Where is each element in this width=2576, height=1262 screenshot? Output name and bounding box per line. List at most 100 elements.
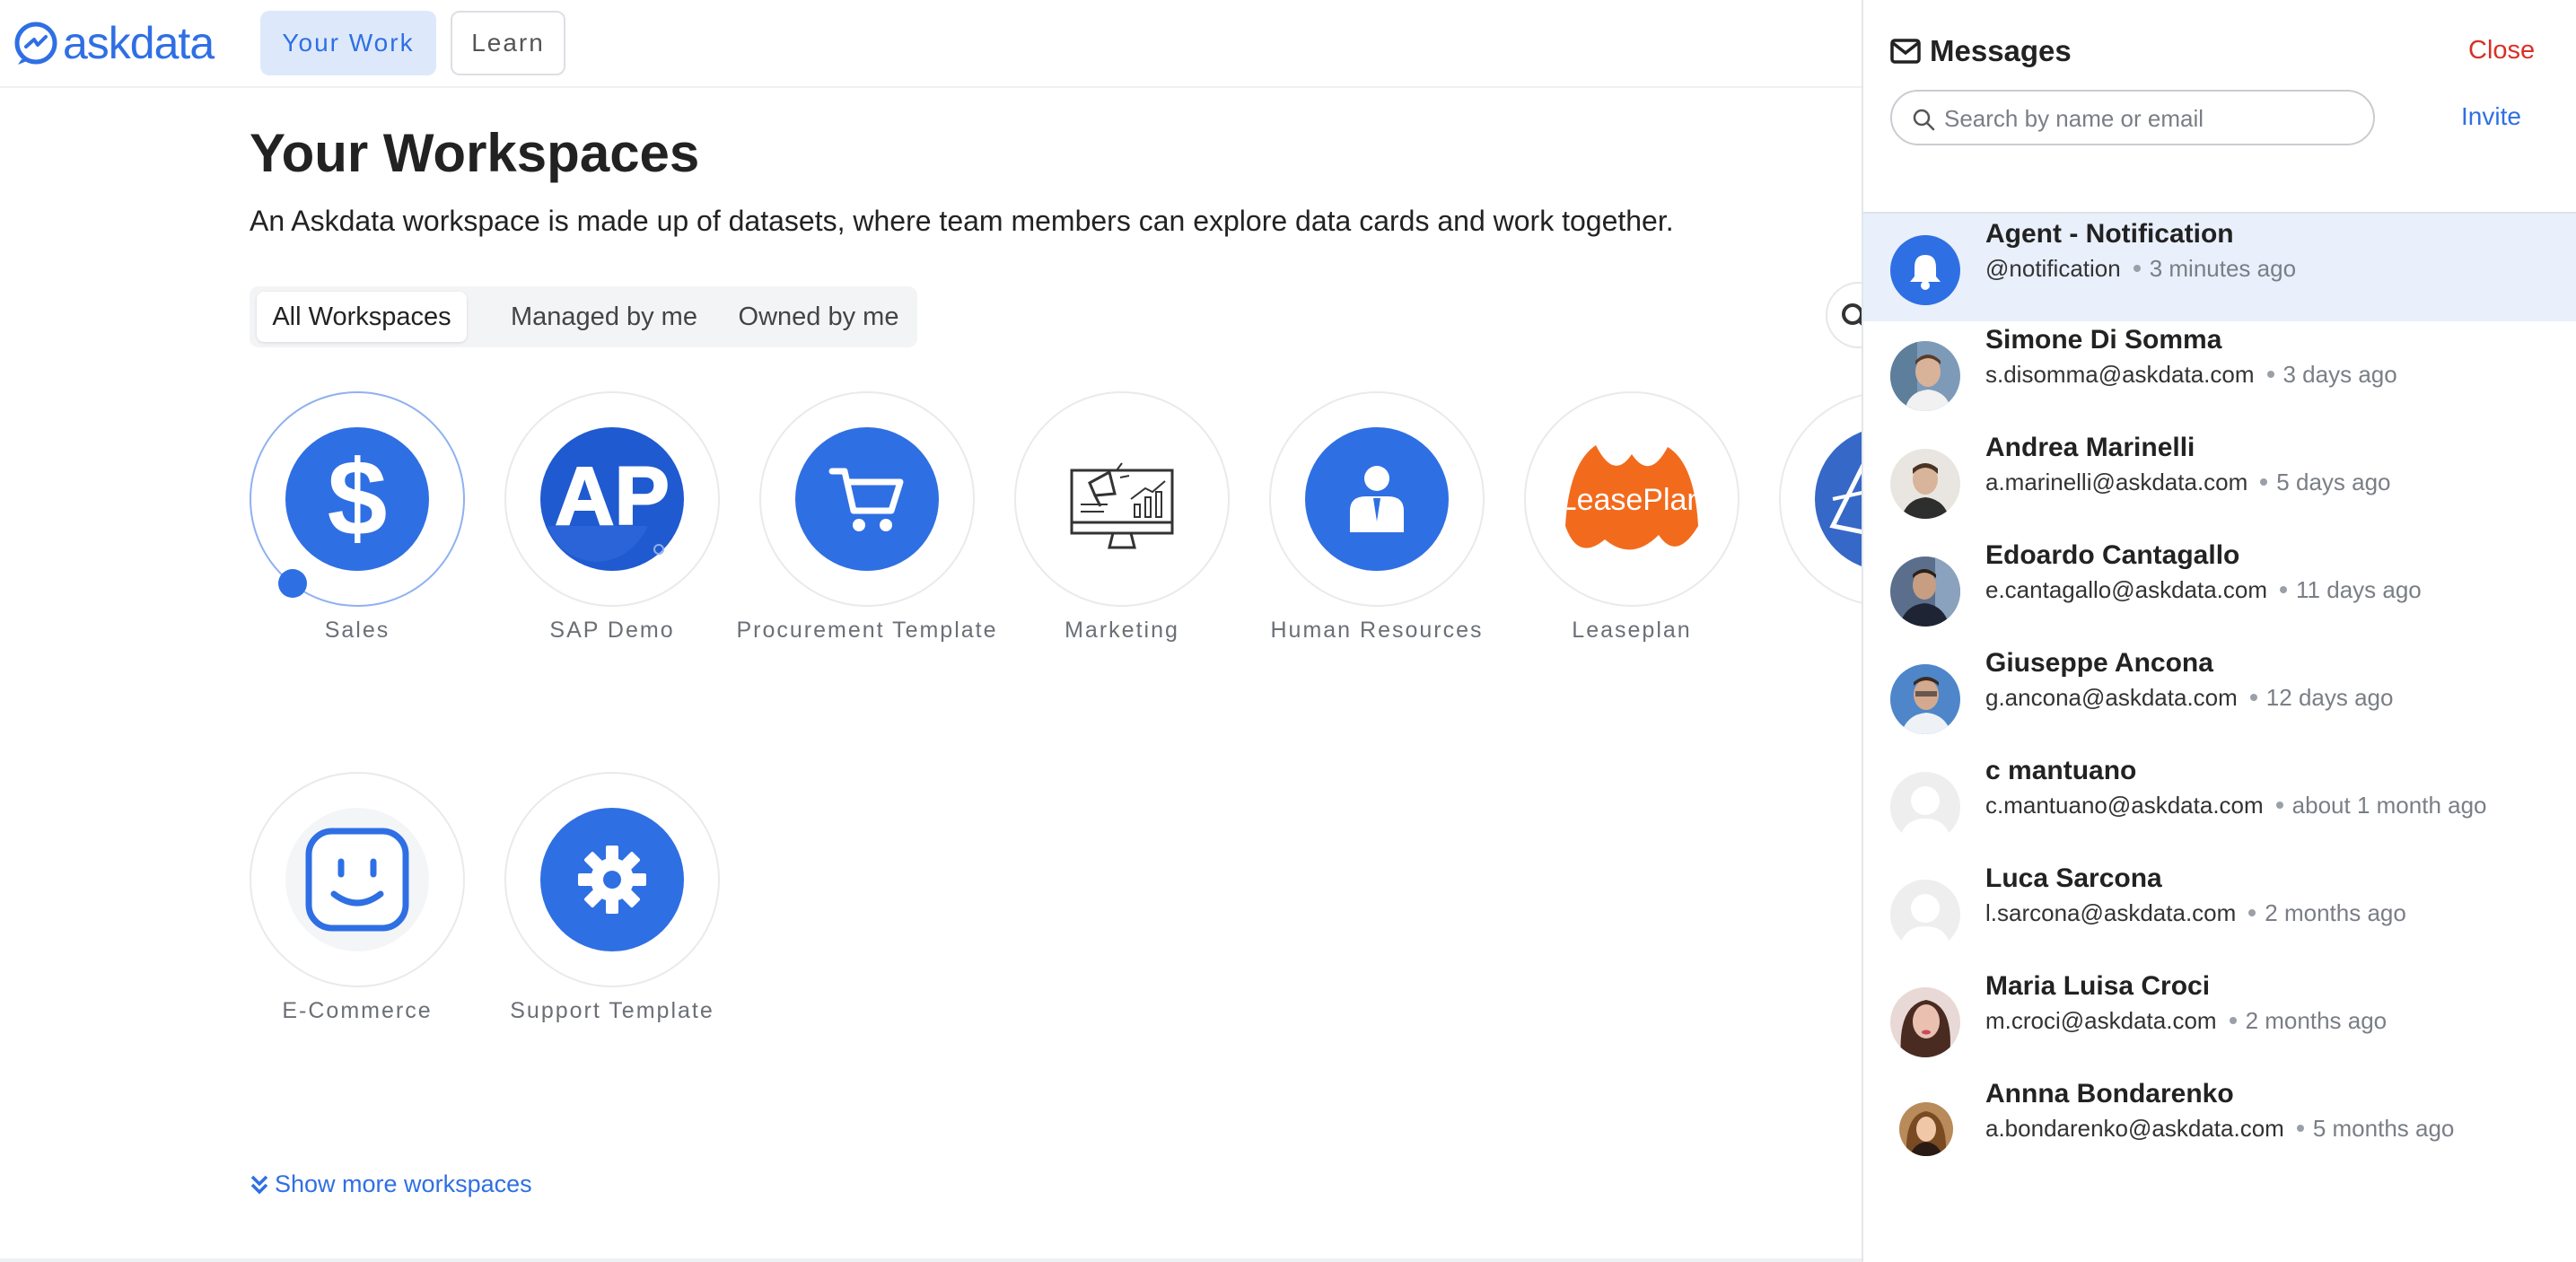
contact-time: 3 days ago (2282, 361, 2397, 388)
svg-text:LeasePlan: LeasePlan (1560, 483, 1704, 517)
contact-detail: e.cantagallo@askdata.com 11 days ago (1985, 576, 2422, 604)
contact-item[interactable]: Giuseppe Ancona g.ancona@askdata.com 12 d… (1863, 644, 2576, 752)
contact-detail: c.mantuano@askdata.com about 1 month ago (1985, 792, 2487, 819)
contact-time: 2 months ago (2245, 1007, 2388, 1034)
double-chevron-down-icon (250, 1175, 268, 1194)
dot (2229, 1017, 2237, 1025)
contact-detail: a.marinelli@askdata.com 5 days ago (1985, 469, 2391, 496)
dot (2260, 478, 2268, 486)
contact-item[interactable]: Luca Sarcona l.sarcona@askdata.com 2 mont… (1863, 860, 2576, 968)
workspace-label: E-Commerce (282, 998, 433, 1023)
workspace-circle[interactable]: $ (250, 391, 465, 607)
workspace-partial[interactable] (1779, 391, 1862, 607)
contact-handle: s.disomma@askdata.com (1985, 361, 2255, 388)
bell-icon (1890, 235, 1960, 305)
dot (2275, 802, 2283, 810)
filter-owned-by-me[interactable]: Owned by me (722, 292, 916, 342)
avatar (1890, 664, 1960, 734)
avatar (1890, 557, 1960, 627)
nav-learn-button[interactable]: Learn (451, 11, 565, 75)
leaseplan-logo: LeasePlan (1560, 427, 1704, 571)
avatar (1890, 341, 1960, 411)
dot (2248, 909, 2256, 917)
gear-icon (540, 808, 684, 951)
workspace-filter-tabs: All Workspaces Managed by me Owned by me (250, 286, 917, 347)
contact-detail: l.sarcona@askdata.com 2 months ago (1985, 899, 2406, 927)
page-subtitle: An Askdata workspace is made up of datas… (250, 205, 1674, 237)
contact-item[interactable]: Edoardo Cantagallo e.cantagallo@askdata.… (1863, 537, 2576, 644)
contact-name: Simone Di Somma (1985, 325, 2222, 355)
show-more-label: Show more workspaces (275, 1170, 532, 1197)
workspace-circle[interactable] (1014, 391, 1230, 607)
invite-button[interactable]: Invite (2461, 102, 2521, 131)
contact-time: 5 months ago (2312, 1115, 2455, 1142)
person-icon (1305, 427, 1449, 571)
messages-header: Messages (1890, 34, 2072, 68)
app-name: askdata (63, 18, 215, 68)
divider (0, 1258, 1862, 1262)
contact-handle: m.croci@askdata.com (1985, 1007, 2217, 1034)
avatar (1890, 987, 1960, 1057)
contact-detail: g.ancona@askdata.com 12 days ago (1985, 684, 2393, 712)
workspace-label: Human Resources (1270, 618, 1484, 643)
svg-text:$: $ (328, 445, 388, 553)
contact-handle: c.mantuano@askdata.com (1985, 792, 2264, 819)
contact-name: Annna Bondarenko (1985, 1079, 2234, 1109)
contact-item[interactable]: Agent - Notification @notification 3 minu… (1863, 214, 2576, 321)
contact-search-input[interactable] (1944, 99, 2357, 138)
avatar (1890, 449, 1960, 519)
contact-handle: e.cantagallo@askdata.com (1985, 576, 2268, 603)
askdata-logo-icon (14, 22, 57, 65)
askdata-logo[interactable]: askdata (13, 16, 215, 70)
show-more-workspaces-link[interactable]: Show more workspaces (250, 1170, 532, 1198)
contact-name: Maria Luisa Croci (1985, 971, 2211, 1001)
page-title: Your Workspaces (250, 123, 700, 183)
svg-text:AP: AP (555, 451, 670, 542)
contact-detail: m.croci@askdata.com 2 months ago (1985, 1007, 2387, 1035)
dollar-icon: $ (285, 427, 429, 571)
dot (2249, 694, 2257, 702)
workspace-circle[interactable] (250, 772, 465, 987)
contact-detail: @notification 3 minutes ago (1985, 255, 2296, 283)
filter-managed-by-me[interactable]: Managed by me (490, 292, 718, 342)
avatar (1899, 1102, 1953, 1156)
default-avatar-icon (1890, 772, 1960, 842)
workspace-circle[interactable]: AP (504, 391, 720, 607)
megaphone-monitor-icon (1050, 427, 1194, 571)
default-avatar-icon (1890, 880, 1960, 950)
messages-panel: Messages Close Invite Agent - Notificati… (1862, 0, 2576, 1262)
contact-name: Giuseppe Ancona (1985, 648, 2213, 678)
contact-handle: l.sarcona@askdata.com (1985, 899, 2237, 926)
workspace-circle[interactable]: LeasePlan (1524, 391, 1739, 607)
close-button[interactable]: Close (2468, 36, 2535, 66)
contact-time: 5 days ago (2276, 469, 2391, 495)
workspace-circle[interactable] (1269, 391, 1485, 607)
sap-logo: AP (540, 427, 684, 571)
contact-name: Andrea Marinelli (1985, 433, 2195, 462)
workspace-label: Sales (324, 618, 390, 643)
contact-item[interactable]: Annna Bondarenko a.bondarenko@askdata.co… (1863, 1075, 2576, 1183)
contact-name: Edoardo Cantagallo (1985, 540, 2240, 570)
messages-title: Messages (1930, 34, 2072, 67)
contact-name: Luca Sarcona (1985, 863, 2162, 893)
top-bar: askdata Your Work Learn (0, 0, 1862, 88)
contact-item[interactable]: c mantuano c.mantuano@askdata.com about 1… (1863, 752, 2576, 860)
contact-time: 11 days ago (2296, 576, 2422, 603)
dot (2266, 371, 2274, 379)
filter-all-workspaces[interactable]: All Workspaces (257, 292, 467, 342)
contact-item[interactable]: Simone Di Somma s.disomma@askdata.com 3 d… (1863, 321, 2576, 429)
contact-search[interactable] (1890, 90, 2375, 145)
contact-item[interactable]: Maria Luisa Croci m.croci@askdata.com 2 m… (1863, 968, 2576, 1075)
contact-item[interactable]: Andrea Marinelli a.marinelli@askdata.com… (1863, 429, 2576, 537)
dot (2280, 586, 2288, 594)
workspace-circle[interactable] (1779, 391, 1862, 607)
dot (2296, 1125, 2304, 1133)
nav-your-work-button[interactable]: Your Work (260, 11, 436, 75)
contact-handle: a.marinelli@askdata.com (1985, 469, 2248, 495)
smiley-face-icon (285, 808, 429, 951)
workspace-label: Marketing (1065, 618, 1179, 643)
contact-handle: a.bondarenko@askdata.com (1985, 1115, 2284, 1142)
search-icon (1913, 109, 1935, 131)
workspace-circle[interactable] (504, 772, 720, 987)
workspace-circle[interactable] (759, 391, 975, 607)
